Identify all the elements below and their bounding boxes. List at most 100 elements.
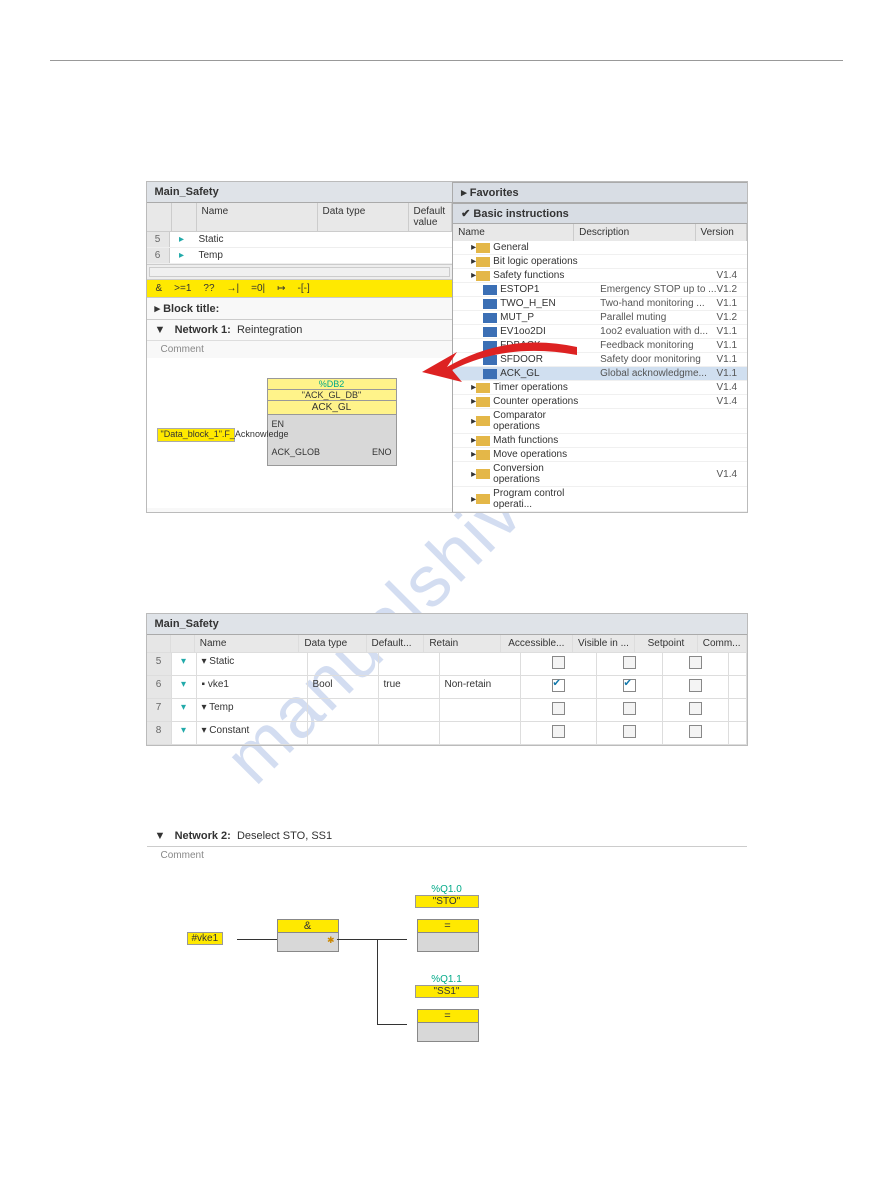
checkbox[interactable] [689,725,702,738]
fbd-toolbar[interactable]: & >=1 ?? →| =0| ↦ -[-] [147,280,453,297]
favorites-header[interactable]: ▸ Favorites [453,182,746,203]
and-gate-icon[interactable]: & [153,283,166,294]
checkbox[interactable] [552,725,565,738]
tree-item[interactable]: SFDOORSafety door monitoringV1.1 [453,353,746,367]
connect-icon[interactable]: ↦ [274,283,288,294]
network-row[interactable]: ▼ Network 2: Deselect STO, SS1 [147,826,747,846]
fbd-area[interactable]: %DB2 "ACK_GL_DB" ACK_GL EN ACK_GLOB ENO … [147,358,453,508]
block-name: ACK_GL [267,401,397,415]
tree-folder[interactable]: ▸ Bit logic operations [453,255,746,269]
and-gate[interactable]: & ✱ [277,919,339,952]
tree-folder[interactable]: ▸ Program control operati... [453,487,746,512]
tree-folder[interactable]: ▸ Counter operationsV1.4 [453,395,746,409]
folder-icon [476,257,490,267]
tree-folder[interactable]: ▸ Move operations [453,448,746,462]
folder-icon [476,416,490,426]
checkbox[interactable] [552,656,565,669]
tree-folder[interactable]: ▸ Safety functionsV1.4 [453,269,746,283]
var-icon: ▾ [172,699,197,721]
var-row[interactable]: 6 ▸ Temp [147,248,453,264]
col-accessible: Accessible... [501,635,573,652]
block-icon [483,285,497,295]
reset-icon[interactable]: =0| [248,283,268,294]
var-icon: ▾ [172,676,197,698]
block-icon [483,299,497,309]
checkbox[interactable] [623,656,636,669]
table-row[interactable]: 8▾ ▾ Constant [147,722,747,745]
fbd-area[interactable]: #vke1 & ✱ %Q1.0 "STO" = [147,864,747,1084]
block-icon [483,327,497,337]
assign-gate[interactable]: = [417,1009,479,1042]
folder-icon [476,494,490,504]
tree-item[interactable]: MUT_PParallel mutingV1.2 [453,311,746,325]
block-title-row[interactable]: ▸ Block title: [147,297,453,320]
col-default: Default value [409,203,453,231]
tree-folder[interactable]: ▸ General [453,241,746,255]
out1-address: %Q1.0 [407,884,487,895]
insert-icon[interactable]: -[-] [295,283,313,294]
checkbox[interactable] [623,679,636,692]
folder-icon [476,383,490,393]
table-row[interactable]: 5▾ ▾ Static [147,653,747,676]
right-pane: ▸ Favorites ✔ Basic instructions Name De… [453,182,746,512]
col-datatype: Data type [318,203,409,231]
out2-name[interactable]: "SS1" [415,985,479,998]
folder-icon [476,397,490,407]
fbd-block[interactable]: %DB2 "ACK_GL_DB" ACK_GL EN ACK_GLOB ENO [267,378,397,466]
panel-title: Main_Safety [147,182,453,203]
tree-item[interactable]: FDBACKFeedback monitoringV1.1 [453,339,746,353]
comment-row[interactable]: Comment [147,847,747,864]
tree-item[interactable]: ESTOP1Emergency STOP up to ...V1.2 [453,283,746,297]
col-default: Default... [367,635,425,652]
var-name: ▾ Static [197,653,308,675]
block-icon [483,341,497,351]
tree-folder[interactable]: ▸ Conversion operationsV1.4 [453,462,746,487]
pin-ack: ACK_GLOB [272,447,321,457]
folder-icon [476,450,490,460]
comment-row[interactable]: Comment [147,341,453,358]
tree-folder[interactable]: ▸ Timer operationsV1.4 [453,381,746,395]
tree-folder[interactable]: ▸ Comparator operations [453,409,746,434]
var-row[interactable]: 5 ▸ Static [147,232,453,248]
checkbox[interactable] [552,679,565,692]
tree-folder[interactable]: ▸ Math functions [453,434,746,448]
input-tag[interactable]: "Data_block_1".F_Acknowledge [157,428,235,442]
var-icon: ▸ [170,232,194,247]
col-name: Name [195,635,300,652]
checkbox[interactable] [552,702,565,715]
network-row[interactable]: ▼ Network 1: Reintegration [147,320,453,341]
pin-en: EN [272,419,285,429]
tree-item[interactable]: EV1oo2DI1oo2 evaluation with d...V1.1 [453,325,746,339]
var-icon: ▾ [172,653,197,675]
screenshot-3: ▼ Network 2: Deselect STO, SS1 Comment #… [147,826,747,1084]
checkbox[interactable] [689,702,702,715]
branch-icon[interactable]: →| [224,283,243,294]
panel-title: Main_Safety [147,614,747,635]
block-icon [483,355,497,365]
tree-item[interactable]: ACK_GLGlobal acknowledgme...V1.1 [453,367,746,381]
pin-eno: ENO [372,447,392,457]
checkbox[interactable] [689,679,702,692]
db-address: %DB2 [267,378,397,390]
col-tree-desc: Description [574,224,695,241]
folder-icon [476,271,490,281]
table-row[interactable]: 7▾ ▾ Temp [147,699,747,722]
col-visible: Visible in ... [573,635,636,652]
checkbox[interactable] [623,725,636,738]
table-row[interactable]: 6▾ ▪ vke1BooltrueNon-retain [147,676,747,699]
checkbox[interactable] [623,702,636,715]
assign-gate[interactable]: = [417,919,479,952]
input-tag[interactable]: #vke1 [187,932,224,945]
folder-icon [476,243,490,253]
var-icon: ▸ [170,248,194,263]
tree-item[interactable]: TWO_H_ENTwo-hand monitoring ...V1.1 [453,297,746,311]
out1-name[interactable]: "STO" [415,895,479,908]
unknown-icon[interactable]: ?? [200,283,217,294]
var-name: ▾ Constant [197,722,308,744]
basic-instructions-header[interactable]: ✔ Basic instructions [453,203,746,224]
or-gate-icon[interactable]: >=1 [171,283,194,294]
col-comment: Comm... [698,635,747,652]
col-datatype: Data type [299,635,366,652]
block-icon [483,313,497,323]
checkbox[interactable] [689,656,702,669]
